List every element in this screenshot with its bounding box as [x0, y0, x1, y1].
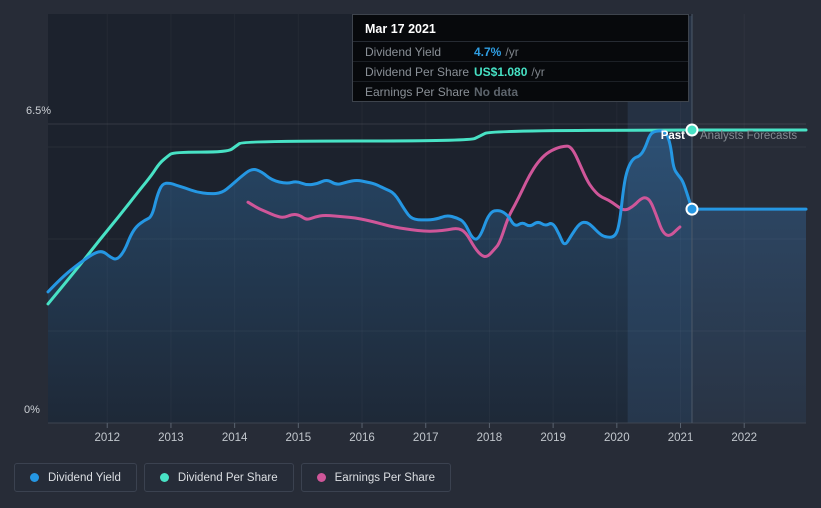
- legend-label: Dividend Per Share: [177, 471, 278, 484]
- tooltip: Mar 17 2021 Dividend Yield 4.7% /yr Divi…: [352, 14, 689, 102]
- tooltip-value-1: US$1.080: [474, 64, 528, 79]
- x-axis-year-label: 2021: [668, 432, 694, 444]
- dividend-per-share-dot-icon: [159, 473, 169, 482]
- legend-item-dividend-per-share[interactable]: Dividend Per Share: [143, 463, 294, 492]
- x-axis-year-label: 2015: [286, 432, 312, 444]
- tooltip-date: Mar 17 2021: [353, 15, 688, 42]
- x-axis-year-label: 2016: [349, 432, 375, 444]
- analysts-forecasts-label: Analysts Forecasts: [700, 130, 798, 142]
- tooltip-unit: /yr: [531, 64, 545, 79]
- legend-label: Earnings Per Share: [334, 471, 435, 484]
- x-axis-year-label: 2017: [413, 432, 439, 444]
- tooltip-label: Earnings Per Share: [365, 84, 470, 99]
- legend-label: Dividend Yield: [48, 471, 121, 484]
- tooltip-unit: /yr: [505, 44, 519, 59]
- legend-item-earnings-per-share[interactable]: Earnings Per Share: [300, 463, 451, 492]
- past-label: Past: [660, 130, 685, 142]
- earnings-per-share-dot-icon: [316, 473, 326, 482]
- legend: Dividend Yield Dividend Per Share Earnin…: [14, 463, 451, 492]
- tooltip-row-dividend-yield: Dividend Yield 4.7% /yr: [353, 42, 688, 62]
- x-axis-year-label: 2020: [604, 432, 630, 444]
- marker-dot-dividend-per-share: [685, 123, 699, 137]
- x-axis-year-label: 2012: [94, 432, 120, 444]
- y-axis-min-label: 0%: [24, 404, 40, 416]
- tooltip-label: Dividend Yield: [365, 44, 442, 59]
- y-axis-max-label: 6.5%: [26, 105, 52, 117]
- dividend-yield-dot-icon: [30, 473, 39, 482]
- tooltip-value-2: No data: [474, 84, 519, 99]
- x-axis-year-label: 2014: [222, 432, 248, 444]
- marker-dot-dividend-yield: [685, 202, 699, 216]
- tooltip-label: Dividend Per Share: [365, 64, 470, 79]
- x-axis-year-label: 2019: [540, 432, 566, 444]
- dividend-history-chart: 2012 2013 2014 2015 2016 2017 2018 2019 2020 2021…: [0, 0, 821, 508]
- tooltip-value-0: 4.7%: [474, 44, 502, 59]
- legend-item-dividend-yield[interactable]: Dividend Yield: [14, 463, 137, 492]
- x-axis-year-label: 2018: [477, 432, 503, 444]
- tooltip-row-dividend-per-share: Dividend Per Share US$1.080 /yr: [353, 62, 688, 82]
- tooltip-row-earnings-per-share: Earnings Per Share No data: [353, 82, 688, 101]
- x-axis-year-label: 2022: [731, 432, 757, 444]
- series-fill-dividend-yield-forecast: [692, 209, 806, 423]
- x-axis-year-label: 2013: [158, 432, 184, 444]
